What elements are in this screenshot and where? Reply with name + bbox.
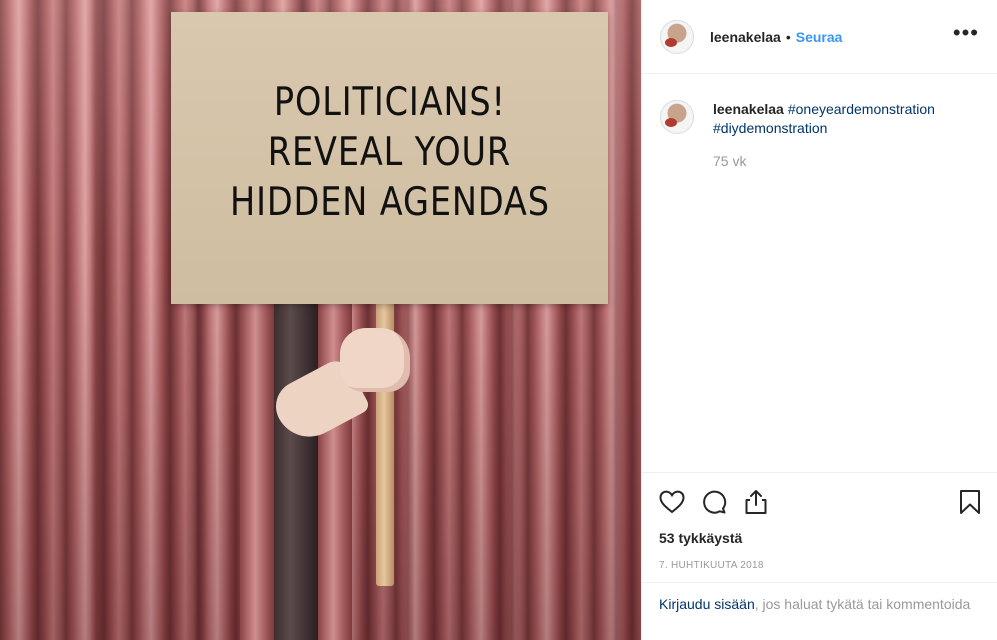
curtain-gap xyxy=(272,300,318,640)
like-count[interactable]: 53 tykkäystä xyxy=(659,530,981,546)
follow-button[interactable]: Seuraa xyxy=(796,29,843,45)
login-prompt-text: , jos haluat tykätä tai kommentoida xyxy=(754,596,971,612)
post-sidebar: leenakelaa • Seuraa ••• leenakelaa #oneye… xyxy=(641,0,997,640)
action-bar xyxy=(659,487,981,517)
post-age[interactable]: 75 vk xyxy=(713,153,935,169)
avatar[interactable] xyxy=(660,19,694,54)
sign-line-3: HIDDEN AGENDAS xyxy=(229,180,550,225)
curtain-fold-left xyxy=(240,300,274,640)
caption-text: leenakelaa #oneyeardemonstration #diydemo… xyxy=(713,100,935,138)
post-photo[interactable]: POLITICIANS! REVEAL YOUR HIDDEN AGENDAS xyxy=(0,0,641,640)
more-options-icon[interactable]: ••• xyxy=(953,21,979,48)
separator-dot: • xyxy=(785,28,791,45)
bookmark-icon[interactable] xyxy=(959,489,981,515)
caption: leenakelaa #oneyeardemonstration #diydemo… xyxy=(642,74,997,169)
hand xyxy=(340,328,410,392)
heart-icon[interactable] xyxy=(659,490,685,514)
sign-line-1: POLITICIANS! xyxy=(273,80,506,125)
post-actions-section: 53 tykkäystä 7. HUHTIKUUTA 2018 xyxy=(642,472,997,571)
share-icon[interactable] xyxy=(743,489,769,515)
protest-sign: POLITICIANS! REVEAL YOUR HIDDEN AGENDAS xyxy=(171,12,608,304)
login-link[interactable]: Kirjaudu sisään xyxy=(659,596,755,612)
hashtag-link[interactable]: #oneyeardemonstration xyxy=(788,101,935,117)
caption-avatar[interactable] xyxy=(660,100,694,134)
login-prompt: Kirjaudu sisään, jos haluat tykätä tai k… xyxy=(642,582,997,640)
post-header: leenakelaa • Seuraa ••• xyxy=(642,0,997,74)
post-date[interactable]: 7. HUHTIKUUTA 2018 xyxy=(659,560,981,571)
sign-line-2: REVEAL YOUR xyxy=(267,130,512,175)
hashtag-link[interactable]: #diydemonstration xyxy=(713,120,827,136)
comment-icon[interactable] xyxy=(701,489,727,515)
caption-username[interactable]: leenakelaa xyxy=(713,101,784,117)
header-username[interactable]: leenakelaa xyxy=(710,29,781,45)
